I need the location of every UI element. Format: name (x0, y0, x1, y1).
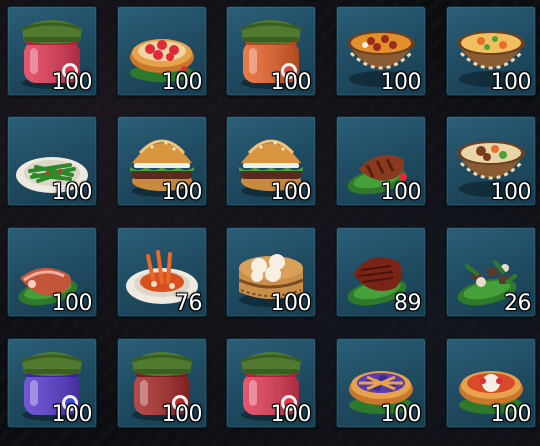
item-quantity: 100 (51, 70, 93, 95)
item-quantity: 26 (504, 291, 532, 316)
inventory-slot[interactable]: 100 (336, 338, 426, 428)
item-quantity: 100 (161, 402, 203, 427)
inventory-slot[interactable]: 76 (117, 227, 207, 317)
item-quantity: 100 (270, 402, 312, 427)
inventory-slot[interactable]: 100 (226, 227, 316, 317)
inventory-slot[interactable]: 100 (226, 338, 316, 428)
inventory-slot[interactable]: 100 (226, 6, 316, 96)
inventory-slot[interactable]: 26 (446, 227, 536, 317)
item-quantity: 100 (51, 180, 93, 205)
item-quantity: 100 (270, 291, 312, 316)
inventory-slot[interactable]: 100 (336, 6, 426, 96)
item-quantity: 100 (380, 180, 422, 205)
inventory-slot[interactable]: 100 (446, 6, 536, 96)
inventory-slot[interactable]: 100 (7, 6, 97, 96)
item-quantity: 100 (270, 180, 312, 205)
inventory-slot[interactable]: 100 (446, 116, 536, 206)
inventory-slot[interactable]: 100 (117, 6, 207, 96)
item-quantity: 100 (51, 291, 93, 316)
item-quantity: 100 (270, 70, 312, 95)
inventory-slot[interactable]: 100 (446, 338, 536, 428)
item-quantity: 89 (394, 291, 422, 316)
inventory-slot[interactable]: 100 (226, 116, 316, 206)
item-quantity: 100 (51, 402, 93, 427)
inventory-grid: 100 100 100 100 100 100 100 100 100 100 100… (0, 0, 540, 446)
item-quantity: 100 (380, 70, 422, 95)
item-quantity: 100 (161, 70, 203, 95)
item-quantity: 100 (490, 402, 532, 427)
inventory-slot[interactable]: 100 (117, 338, 207, 428)
inventory-slot[interactable]: 89 (336, 227, 426, 317)
inventory-slot[interactable]: 100 (336, 116, 426, 206)
item-quantity: 100 (490, 70, 532, 95)
inventory-slot[interactable]: 100 (7, 227, 97, 317)
item-quantity: 100 (161, 180, 203, 205)
item-quantity: 100 (490, 180, 532, 205)
inventory-slot[interactable]: 100 (7, 338, 97, 428)
item-quantity: 100 (380, 402, 422, 427)
item-quantity: 76 (175, 291, 203, 316)
inventory-slot[interactable]: 100 (7, 116, 97, 206)
inventory-slot[interactable]: 100 (117, 116, 207, 206)
